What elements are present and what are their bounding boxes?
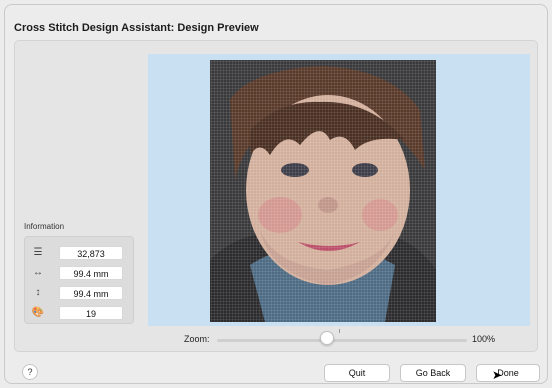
info-row-height: ↕ 99.4 mm	[31, 285, 131, 301]
info-value-height: 99.4 mm	[59, 286, 123, 300]
height-icon: ↕	[35, 287, 41, 298]
stitch-texture-overlay	[210, 60, 436, 322]
stitch-count-icon: ☰	[33, 247, 43, 258]
information-group: ☰ 32,873 ↔ 99.4 mm ↕ 99.4 mm 🎨 19	[24, 236, 134, 324]
help-button[interactable]: ?	[22, 364, 38, 380]
zoom-slider-thumb[interactable]	[320, 331, 334, 345]
information-box: Information ☰ 32,873 ↔ 99.4 mm ↕ 99.4 mm…	[24, 218, 134, 324]
info-row-colors: 🎨 19	[31, 305, 131, 321]
zoom-slider-tick	[339, 329, 340, 333]
dialog-title: Cross Stitch Design Assistant: Design Pr…	[14, 22, 259, 34]
palette-icon: 🎨	[31, 307, 45, 318]
info-value-colors: 19	[59, 306, 123, 320]
information-label: Information	[24, 222, 65, 231]
info-row-width: ↔ 99.4 mm	[31, 265, 131, 281]
go-back-button[interactable]: Go Back	[400, 364, 466, 382]
info-row-stitches: ☰ 32,873	[31, 245, 131, 261]
info-value-width: 99.4 mm	[59, 266, 123, 280]
width-icon: ↔	[33, 267, 43, 278]
cross-stitch-portrait	[210, 60, 436, 322]
zoom-slider-track[interactable]	[217, 339, 467, 342]
zoom-label: Zoom:	[184, 334, 210, 344]
done-button[interactable]: Done	[476, 364, 540, 382]
mouse-cursor-icon: ➤	[492, 368, 503, 382]
info-value-stitches: 32,873	[59, 246, 123, 260]
quit-button[interactable]: Quit	[324, 364, 390, 382]
design-preview-area[interactable]	[148, 54, 530, 326]
zoom-value: 100%	[472, 334, 496, 344]
